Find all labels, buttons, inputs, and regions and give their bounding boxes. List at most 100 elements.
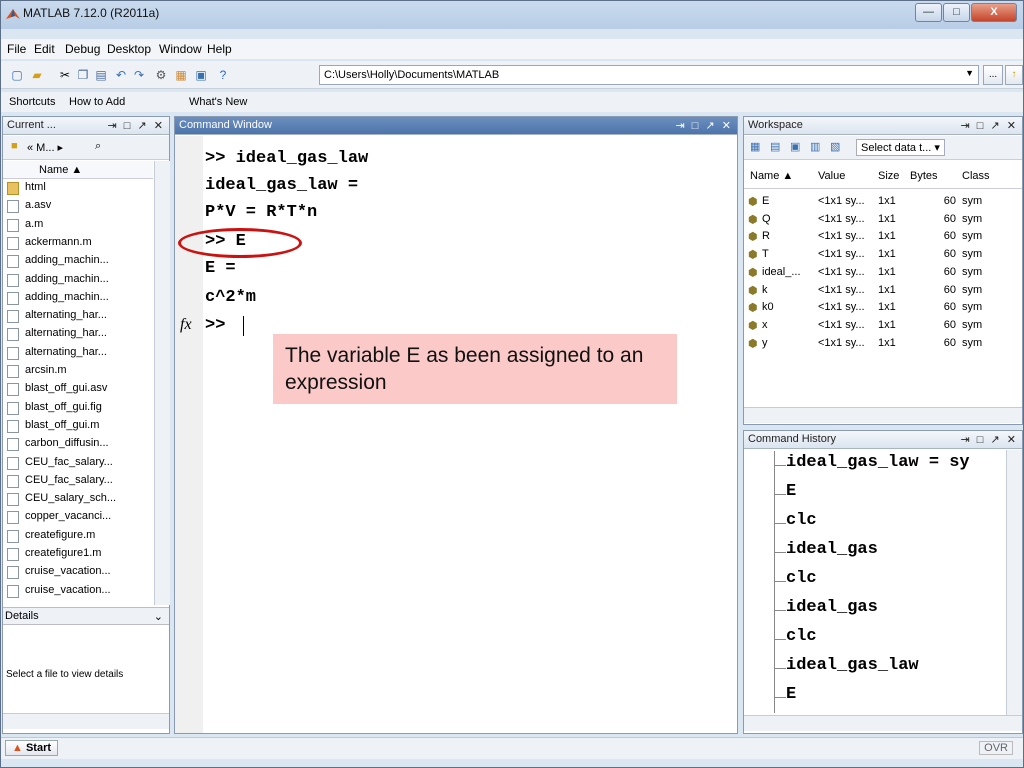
copy-icon[interactable]: ❐ bbox=[75, 67, 91, 83]
history-item[interactable]: E bbox=[786, 685, 796, 704]
history-item[interactable]: clc bbox=[786, 627, 817, 646]
table-cell[interactable]: <1x1 sy... bbox=[818, 319, 865, 331]
horizontal-scrollbar[interactable] bbox=[744, 407, 1022, 423]
list-item[interactable]: blast_off_gui.m bbox=[25, 419, 99, 431]
panel-controls[interactable]: ⇥ □ ↗ ✕ bbox=[961, 433, 1018, 446]
minimize-button[interactable]: — bbox=[915, 3, 942, 22]
list-item[interactable]: adding_machin... bbox=[25, 254, 109, 266]
maximize-button[interactable]: □ bbox=[943, 3, 970, 22]
menu-desktop[interactable]: Desktop bbox=[107, 42, 151, 56]
table-cell[interactable]: 1x1 bbox=[878, 337, 896, 349]
table-cell[interactable]: sym bbox=[962, 230, 982, 242]
command-prompt-input[interactable]: >> bbox=[205, 316, 225, 335]
table-cell[interactable]: 60 bbox=[942, 284, 956, 296]
whats-new-link[interactable]: What's New bbox=[189, 96, 247, 108]
function-browser-icon[interactable]: fx bbox=[180, 316, 192, 334]
table-cell[interactable]: sym bbox=[962, 248, 982, 260]
search-icon[interactable]: ⌕ bbox=[95, 140, 101, 153]
table-cell[interactable]: x bbox=[762, 319, 768, 331]
table-cell[interactable]: 60 bbox=[942, 337, 956, 349]
chevron-down-icon[interactable]: ▼ bbox=[965, 68, 974, 78]
table-cell[interactable]: <1x1 sy... bbox=[818, 230, 865, 242]
panel-controls[interactable]: ⇥ □ ↗ ✕ bbox=[961, 119, 1018, 132]
close-button[interactable]: X bbox=[971, 3, 1017, 22]
table-cell[interactable]: Q bbox=[762, 213, 771, 225]
table-cell[interactable]: E bbox=[762, 195, 769, 207]
list-item[interactable]: copper_vacanci... bbox=[25, 510, 111, 522]
list-item[interactable]: alternating_har... bbox=[25, 309, 107, 321]
file-list-scrollbar[interactable] bbox=[154, 161, 170, 605]
table-cell[interactable]: 60 bbox=[942, 266, 956, 278]
table-cell[interactable]: 60 bbox=[942, 319, 956, 331]
table-cell[interactable]: R bbox=[762, 230, 770, 242]
folder-nav-breadcrumb[interactable]: « M... ▸ bbox=[27, 141, 63, 154]
list-item[interactable]: createfigure1.m bbox=[25, 547, 101, 559]
table-cell[interactable]: <1x1 sy... bbox=[818, 248, 865, 260]
history-item[interactable]: ideal_gas_law bbox=[786, 656, 919, 675]
panel-controls[interactable]: ⇥ □ ↗ ✕ bbox=[676, 119, 733, 132]
table-cell[interactable]: <1x1 sy... bbox=[818, 337, 865, 349]
how-to-add-link[interactable]: How to Add bbox=[69, 96, 125, 108]
table-cell[interactable]: 1x1 bbox=[878, 266, 896, 278]
simulink-icon[interactable]: ⚙ bbox=[153, 67, 169, 83]
table-cell[interactable]: 1x1 bbox=[878, 213, 896, 225]
new-variable-icon[interactable]: ▦ bbox=[750, 140, 760, 153]
table-cell[interactable]: y bbox=[762, 337, 768, 349]
list-item[interactable]: CEU_salary_sch... bbox=[25, 492, 116, 504]
select-data-plot-button[interactable]: Select data t... ▾ bbox=[856, 139, 945, 156]
list-item[interactable]: a.m bbox=[25, 218, 43, 230]
history-item[interactable]: ideal_gas bbox=[786, 598, 878, 617]
history-item[interactable]: clc bbox=[786, 569, 817, 588]
table-cell[interactable]: 60 bbox=[942, 213, 956, 225]
list-item[interactable]: carbon_diffusin... bbox=[25, 437, 109, 449]
table-cell[interactable]: 1x1 bbox=[878, 195, 896, 207]
history-item[interactable]: clc bbox=[786, 511, 817, 530]
current-folder-path[interactable]: C:\Users\Holly\Documents\MATLAB ▼ bbox=[319, 65, 979, 85]
table-cell[interactable]: sym bbox=[962, 301, 982, 313]
cut-icon[interactable]: ✂ bbox=[57, 67, 73, 83]
list-item[interactable]: CEU_fac_salary... bbox=[25, 474, 113, 486]
column-header[interactable]: Size bbox=[878, 170, 899, 182]
table-cell[interactable]: <1x1 sy... bbox=[818, 301, 865, 313]
list-item[interactable]: html bbox=[25, 181, 46, 193]
table-cell[interactable]: 1x1 bbox=[878, 230, 896, 242]
import-data-icon[interactable]: ▣ bbox=[790, 140, 800, 153]
browse-folder-button[interactable]: ... bbox=[983, 65, 1003, 85]
name-column-header[interactable]: Name ▲ bbox=[39, 164, 82, 176]
table-cell[interactable]: sym bbox=[962, 337, 982, 349]
table-cell[interactable]: sym bbox=[962, 284, 982, 296]
list-item[interactable]: arcsin.m bbox=[25, 364, 67, 376]
list-item[interactable]: alternating_har... bbox=[25, 346, 107, 358]
menu-edit[interactable]: Edit bbox=[34, 42, 55, 56]
table-cell[interactable]: 1x1 bbox=[878, 248, 896, 260]
list-item[interactable]: blast_off_gui.fig bbox=[25, 401, 102, 413]
start-button[interactable]: ▲ Start bbox=[5, 740, 59, 756]
menu-file[interactable]: File bbox=[7, 42, 26, 56]
table-cell[interactable]: <1x1 sy... bbox=[818, 213, 865, 225]
delete-variable-icon[interactable]: ▧ bbox=[830, 140, 840, 153]
menu-debug[interactable]: Debug bbox=[65, 42, 100, 56]
column-header[interactable]: Bytes bbox=[910, 170, 938, 182]
list-item[interactable]: a.asv bbox=[25, 199, 51, 211]
table-cell[interactable]: <1x1 sy... bbox=[818, 284, 865, 296]
history-item[interactable]: ideal_gas bbox=[786, 540, 878, 559]
horizontal-scrollbar[interactable] bbox=[744, 715, 1022, 731]
profiler-icon[interactable]: ▣ bbox=[193, 67, 209, 83]
table-cell[interactable]: 1x1 bbox=[878, 301, 896, 313]
table-cell[interactable]: k0 bbox=[762, 301, 774, 313]
table-cell[interactable]: 60 bbox=[942, 195, 956, 207]
table-cell[interactable]: T bbox=[762, 248, 769, 260]
table-cell[interactable]: 60 bbox=[942, 248, 956, 260]
list-item[interactable]: cruise_vacation... bbox=[25, 584, 111, 596]
table-cell[interactable]: 60 bbox=[942, 301, 956, 313]
table-cell[interactable]: sym bbox=[962, 213, 982, 225]
history-item[interactable]: E bbox=[786, 482, 796, 501]
list-item[interactable]: blast_off_gui.asv bbox=[25, 382, 107, 394]
folder-up-button[interactable]: ↑ bbox=[1005, 65, 1023, 85]
table-cell[interactable]: 60 bbox=[942, 230, 956, 242]
table-cell[interactable]: sym bbox=[962, 195, 982, 207]
table-cell[interactable]: <1x1 sy... bbox=[818, 195, 865, 207]
redo-icon[interactable]: ↷ bbox=[131, 67, 147, 83]
column-header[interactable]: Value bbox=[818, 170, 845, 182]
guide-icon[interactable]: ▦ bbox=[173, 67, 189, 83]
